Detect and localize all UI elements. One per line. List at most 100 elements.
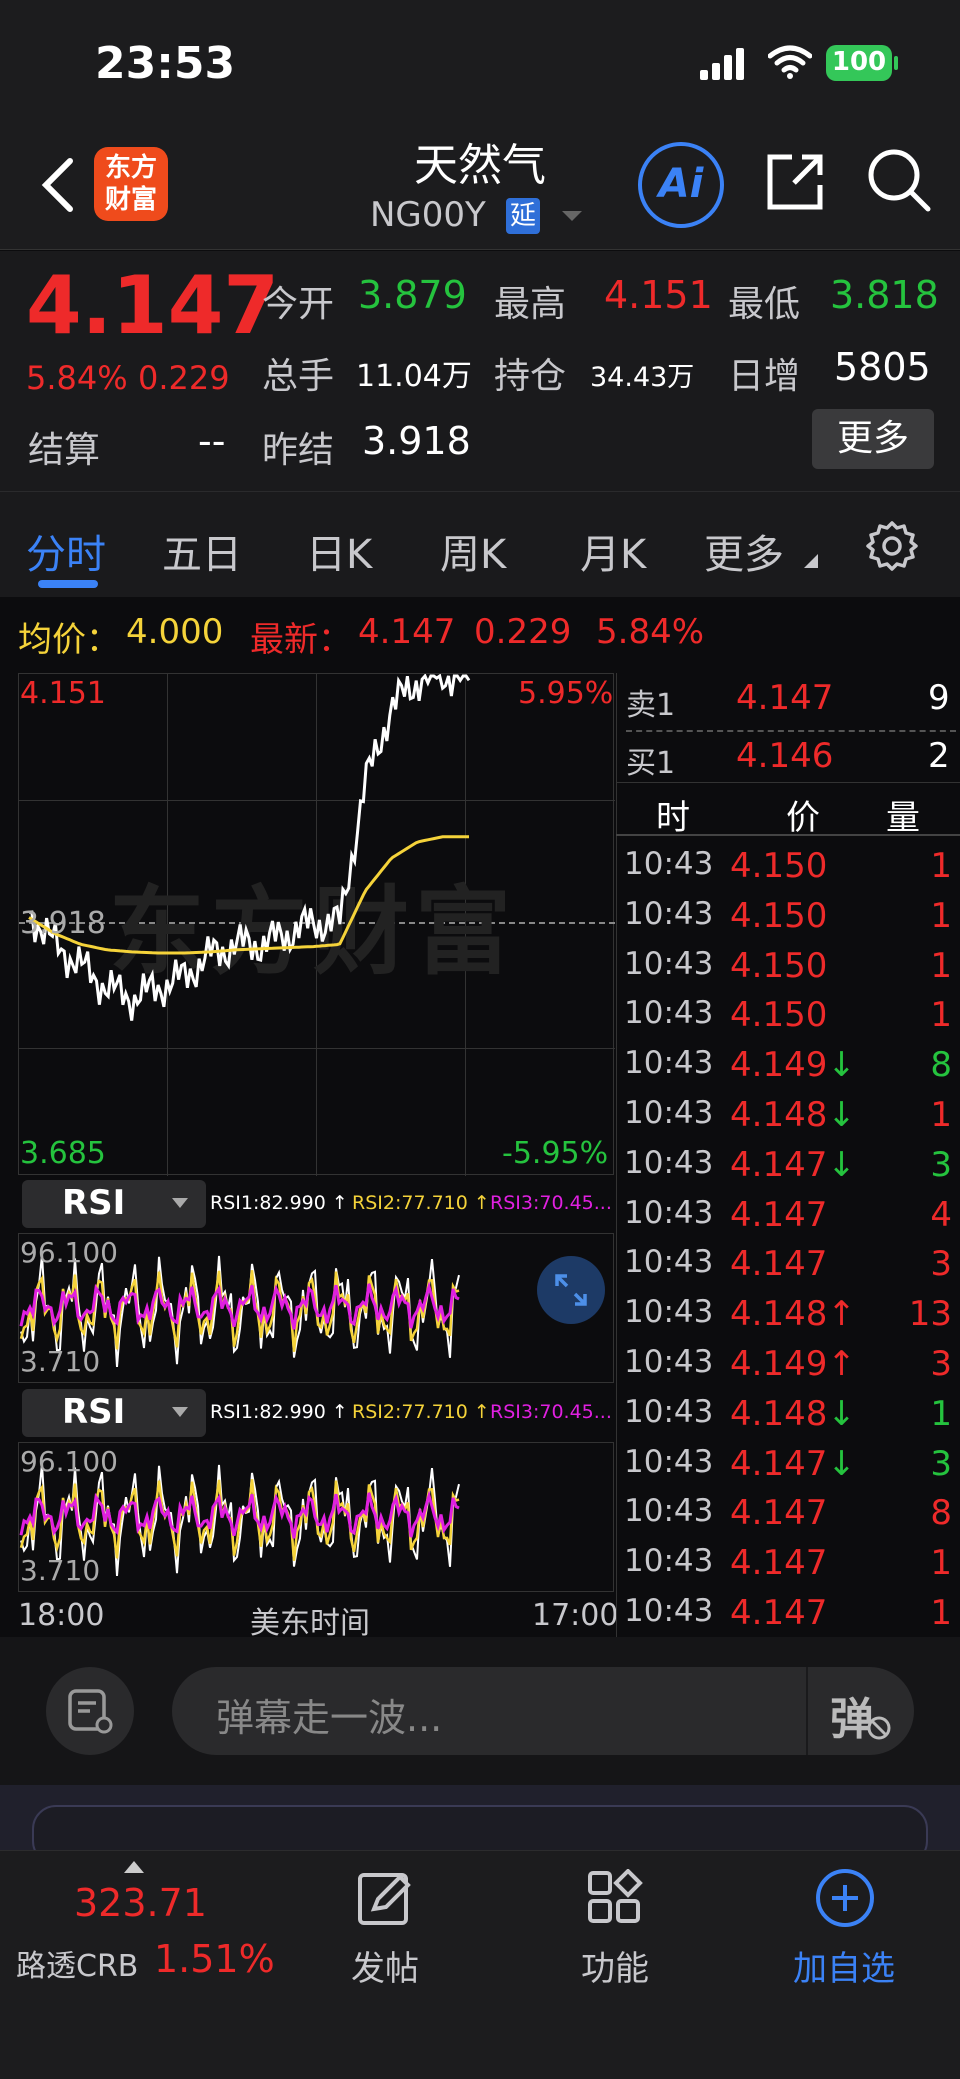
intraday-chart[interactable]: 东方财富 bbox=[18, 673, 615, 1176]
time-axis-start: 18:00 bbox=[18, 1598, 105, 1633]
settle-value: -- bbox=[198, 419, 226, 463]
chevron-down-icon bbox=[172, 1198, 188, 1208]
tab-monthly-k[interactable]: 月K bbox=[580, 522, 646, 580]
trade-price: 4.150 bbox=[730, 946, 827, 986]
trade-price: 4.147 bbox=[730, 1195, 827, 1235]
trade-row: 10:43 4.147 4 bbox=[620, 1195, 960, 1245]
rsi3-value: RSI3:70.45... bbox=[490, 1401, 612, 1423]
danmu-input[interactable]: 弹幕走一波... 弹 bbox=[172, 1667, 914, 1755]
trade-price: 4.149↑ bbox=[730, 1344, 856, 1384]
rsi-selector[interactable]: RSI bbox=[22, 1389, 206, 1437]
time-axis-end: 17:00 bbox=[532, 1598, 619, 1633]
bottom-nav: 323.71 路透CRB 1.51% 发帖 功能 加自选 bbox=[0, 1850, 960, 2079]
trade-price-value: 4.147 bbox=[730, 1543, 828, 1584]
battery-level: 100 bbox=[831, 47, 887, 77]
tab-intraday[interactable]: 分时 bbox=[26, 522, 106, 580]
prev-settle-value: 3.918 bbox=[362, 419, 471, 463]
trade-price-value: 4.149 bbox=[730, 1045, 828, 1086]
nav-post[interactable]: 发帖 bbox=[325, 1941, 445, 1990]
trade-row: 10:43 4.148↓ 1 bbox=[620, 1095, 960, 1145]
min-percent-label: -5.95% bbox=[502, 1136, 609, 1171]
trade-time: 10:43 bbox=[624, 1493, 714, 1530]
tab-daily-k[interactable]: 日K bbox=[306, 522, 372, 580]
instrument-code: NG00Y bbox=[370, 195, 486, 235]
battery-icon: 100 bbox=[826, 45, 892, 81]
nav-add-watchlist[interactable]: 加自选 bbox=[774, 1941, 914, 1990]
latest-percent: 5.84% bbox=[596, 612, 705, 652]
rsi-selector[interactable]: RSI bbox=[22, 1180, 206, 1228]
rsi-selector-label: RSI bbox=[62, 1183, 126, 1223]
trade-price: 4.150 bbox=[730, 995, 827, 1035]
trade-price: 4.147↓ bbox=[730, 1145, 856, 1185]
trade-row: 10:43 4.148↓ 1 bbox=[620, 1394, 960, 1444]
low-value: 3.818 bbox=[830, 273, 939, 317]
danmu-bar: 弹幕走一波... 弹 bbox=[0, 1637, 960, 1785]
daily-increase-value: 5805 bbox=[834, 345, 931, 389]
trade-row: 10:43 4.150 1 bbox=[620, 846, 960, 896]
gear-icon[interactable] bbox=[866, 520, 918, 572]
trade-time: 10:43 bbox=[624, 846, 714, 882]
rsi-bottom-label: 3.710 bbox=[20, 1554, 101, 1587]
trade-time: 10:43 bbox=[624, 895, 714, 932]
trade-time: 10:43 bbox=[624, 1543, 714, 1580]
trade-row: 10:43 4.148↑ 13 bbox=[620, 1294, 960, 1344]
trade-row: 10:43 4.150 1 bbox=[620, 896, 960, 946]
trade-price-value: 4.148 bbox=[730, 1095, 828, 1135]
rsi1-value: RSI1:82.990 ↑ bbox=[210, 1401, 348, 1423]
functions-icon[interactable] bbox=[586, 1869, 644, 1927]
nav-functions[interactable]: 功能 bbox=[555, 1941, 675, 1990]
index-name[interactable]: 路透CRB bbox=[16, 1941, 138, 1985]
ai-icon[interactable]: Ai bbox=[638, 142, 724, 228]
search-icon[interactable] bbox=[866, 147, 932, 213]
logo-text: 财富 bbox=[104, 185, 157, 215]
trade-time: 10:43 bbox=[624, 1194, 714, 1231]
trade-qty: 1 bbox=[930, 895, 952, 936]
volume-label: 总手 bbox=[262, 356, 335, 397]
arrow-down-icon: ↓ bbox=[827, 1443, 856, 1484]
share-icon[interactable] bbox=[764, 151, 826, 213]
bid-label: 买1 bbox=[626, 746, 676, 781]
active-tab-indicator bbox=[38, 580, 98, 588]
more-button[interactable]: 更多 bbox=[812, 409, 934, 469]
danmu-list-button[interactable] bbox=[46, 1667, 134, 1755]
divider bbox=[806, 1667, 808, 1755]
prohibit-icon bbox=[867, 1716, 891, 1740]
app-logo[interactable]: 东方 财富 bbox=[94, 147, 168, 221]
status-time: 23:53 bbox=[95, 38, 236, 89]
trade-price-value: 4.147 bbox=[730, 1244, 828, 1285]
delay-badge: 延 bbox=[506, 198, 540, 234]
arrow-up-icon: ↑ bbox=[827, 1294, 856, 1335]
trade-row: 10:43 4.147↓ 3 bbox=[620, 1444, 960, 1494]
trade-price-value: 4.150 bbox=[730, 945, 828, 986]
trade-price: 4.148↓ bbox=[730, 1394, 856, 1434]
caret-up-icon bbox=[124, 1861, 144, 1873]
trade-time: 10:43 bbox=[624, 995, 714, 1032]
trade-qty: 1 bbox=[930, 1393, 952, 1434]
trade-price: 4.147 bbox=[730, 1543, 827, 1583]
index-value[interactable]: 323.71 bbox=[74, 1881, 207, 1925]
back-arrow-icon[interactable] bbox=[38, 155, 78, 215]
rsi-selector-label: RSI bbox=[62, 1392, 126, 1432]
change-value: 0.229 bbox=[138, 359, 230, 397]
latest-label: 最新： bbox=[250, 620, 352, 660]
latest-change: 0.229 bbox=[474, 612, 572, 652]
trade-qty: 4 bbox=[930, 1194, 952, 1235]
danmu-placeholder: 弹幕走一波... bbox=[216, 1696, 443, 1740]
edit-post-icon[interactable] bbox=[356, 1869, 414, 1927]
bid-qty: 2 bbox=[928, 736, 950, 776]
tab-more[interactable]: 更多 bbox=[704, 522, 784, 580]
expand-button[interactable] bbox=[537, 1256, 605, 1324]
daily-increase-label: 日增 bbox=[728, 356, 801, 397]
add-circle-icon[interactable] bbox=[814, 1867, 876, 1929]
ask-label: 卖1 bbox=[626, 688, 676, 723]
tab-five-day[interactable]: 五日 bbox=[162, 522, 242, 580]
wifi-icon bbox=[768, 45, 812, 79]
trade-price-value: 4.147 bbox=[730, 1593, 828, 1633]
chevron-down-icon[interactable] bbox=[560, 209, 584, 223]
chevron-down-icon bbox=[172, 1407, 188, 1417]
divider bbox=[616, 673, 617, 1637]
spread-divider bbox=[626, 730, 956, 732]
status-bar: 23:53 100 bbox=[0, 0, 960, 125]
tab-weekly-k[interactable]: 周K bbox=[440, 522, 506, 580]
avg-price-value: 4.000 bbox=[126, 612, 224, 652]
